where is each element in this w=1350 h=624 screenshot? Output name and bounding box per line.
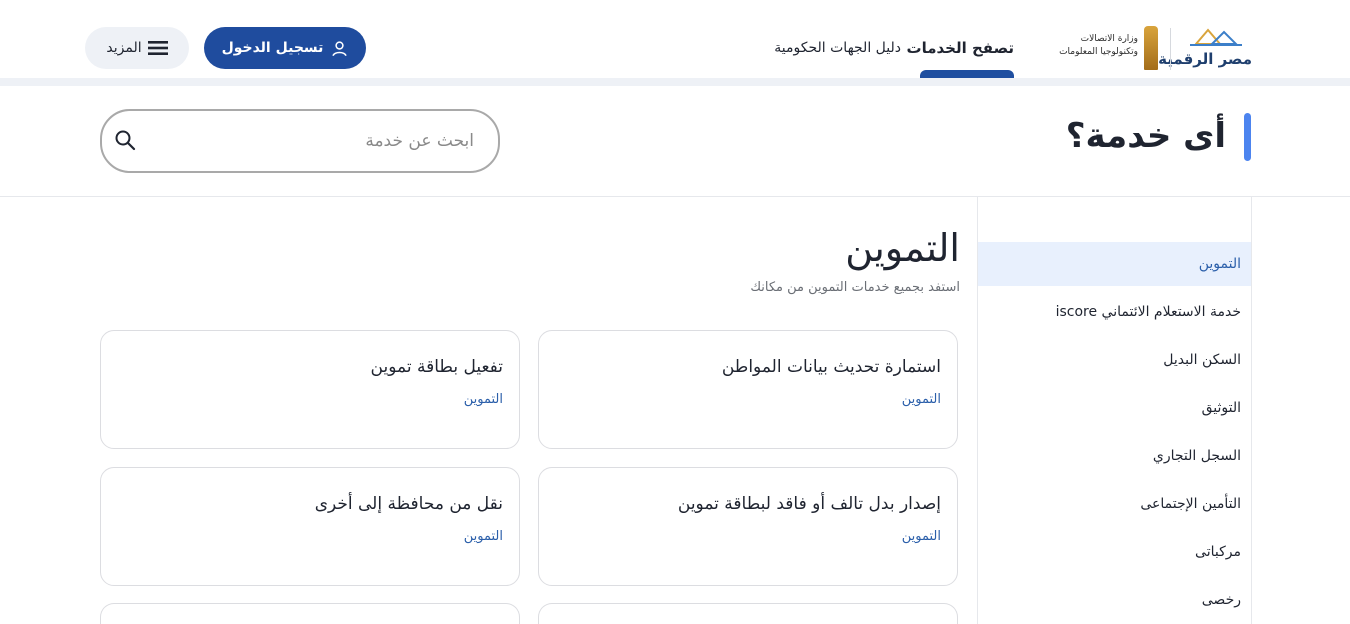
search-section: أى خدمة؟ — [0, 86, 1350, 197]
digital-egypt-logo[interactable]: مصر الرقمية — [1158, 22, 1252, 74]
sidebar-item-label: خدمة الاستعلام الائتماني iscore — [1055, 304, 1241, 320]
service-card-title: نقل من محافظة إلى أخرى — [314, 494, 503, 514]
sidebar-item-label: التموين — [1198, 256, 1241, 272]
sidebar-item-social-insurance[interactable]: التأمين الإجتماعى — [978, 482, 1251, 526]
logo-divider — [1170, 28, 1171, 70]
login-button[interactable]: تسجيل الدخول — [204, 27, 366, 69]
search-icon[interactable] — [114, 129, 136, 151]
sidebar-item-label: السجل التجاري — [1152, 448, 1241, 464]
more-menu-button[interactable]: المزيد — [85, 27, 189, 69]
sidebar-item-label: السكن البديل — [1163, 352, 1241, 368]
header-divider-strip — [0, 78, 1350, 86]
ministry-emblem-icon — [1144, 26, 1158, 70]
ministry-logo-line2: وتكنولوجيا المعلومات — [1059, 47, 1138, 57]
ministry-logo[interactable]: وزارة الاتصالات وتكنولوجيا المعلومات — [1059, 26, 1162, 72]
nav-active-indicator — [920, 70, 1014, 78]
sidebar-item-tamween[interactable]: التموين — [978, 242, 1251, 286]
hamburger-menu-icon — [147, 41, 168, 55]
service-card-category: التموين — [463, 392, 503, 407]
sidebar-item-label: مركباتى — [1195, 544, 1241, 560]
more-menu-label: المزيد — [106, 40, 142, 56]
service-card-category: التموين — [901, 529, 941, 544]
title-accent-bar — [1244, 113, 1251, 161]
service-card-title: تفعيل بطاقة تموين — [370, 357, 503, 377]
service-card-title: إصدار بدل تالف أو فاقد لبطاقة تموين — [677, 494, 941, 514]
pyramids-icon — [1190, 28, 1242, 46]
digital-egypt-logo-text: مصر الرقمية — [1158, 50, 1252, 68]
sidebar-item-label: رخصى — [1201, 592, 1241, 608]
service-card[interactable] — [538, 603, 958, 624]
service-card-category: التموين — [901, 392, 941, 407]
search-input[interactable] — [162, 123, 476, 159]
service-card-category: التموين — [463, 529, 503, 544]
service-card[interactable]: إصدار بدل تالف أو فاقد لبطاقة تموين التم… — [538, 467, 958, 586]
sidebar-item-iscore[interactable]: خدمة الاستعلام الائتماني iscore — [978, 290, 1251, 334]
page-title: أى خدمة؟ — [1065, 116, 1226, 156]
sidebar-item-alternative-housing[interactable]: السكن البديل — [978, 338, 1251, 382]
sidebar-item-my-vehicles[interactable]: مركباتى — [978, 530, 1251, 574]
sidebar-item-commercial-register[interactable]: السجل التجاري — [978, 434, 1251, 478]
service-card[interactable]: تفعيل بطاقة تموين التموين — [100, 330, 520, 449]
ministry-logo-line1: وزارة الاتصالات — [1080, 34, 1138, 44]
service-card[interactable]: نقل من محافظة إلى أخرى التموين — [100, 467, 520, 586]
category-title: التموين — [845, 226, 960, 270]
service-card[interactable]: استمارة تحديث بيانات المواطن التموين — [538, 330, 958, 449]
service-card-title: استمارة تحديث بيانات المواطن — [721, 357, 941, 377]
category-subtitle: استفد بجميع خدمات التموين من مكانك — [750, 280, 960, 295]
user-icon — [332, 40, 348, 56]
sidebar-item-my-licenses[interactable]: رخصى — [978, 578, 1251, 622]
nav-gov-directory[interactable]: دليل الجهات الحكومية — [763, 40, 901, 56]
nav-browse-services[interactable]: تصفح الخدمات — [907, 39, 1014, 57]
sidebar-item-label: التأمين الإجتماعى — [1140, 496, 1241, 512]
category-sidebar: التموين خدمة الاستعلام الائتماني iscore … — [977, 197, 1252, 624]
login-button-label: تسجيل الدخول — [221, 40, 324, 56]
service-card[interactable] — [100, 603, 520, 624]
sidebar-item-label: التوثيق — [1201, 400, 1241, 416]
search-box[interactable] — [100, 109, 500, 173]
sidebar-item-notarization[interactable]: التوثيق — [978, 386, 1251, 430]
site-header: مصر الرقمية وزارة الاتصالات وتكنولوجيا ا… — [0, 0, 1350, 78]
